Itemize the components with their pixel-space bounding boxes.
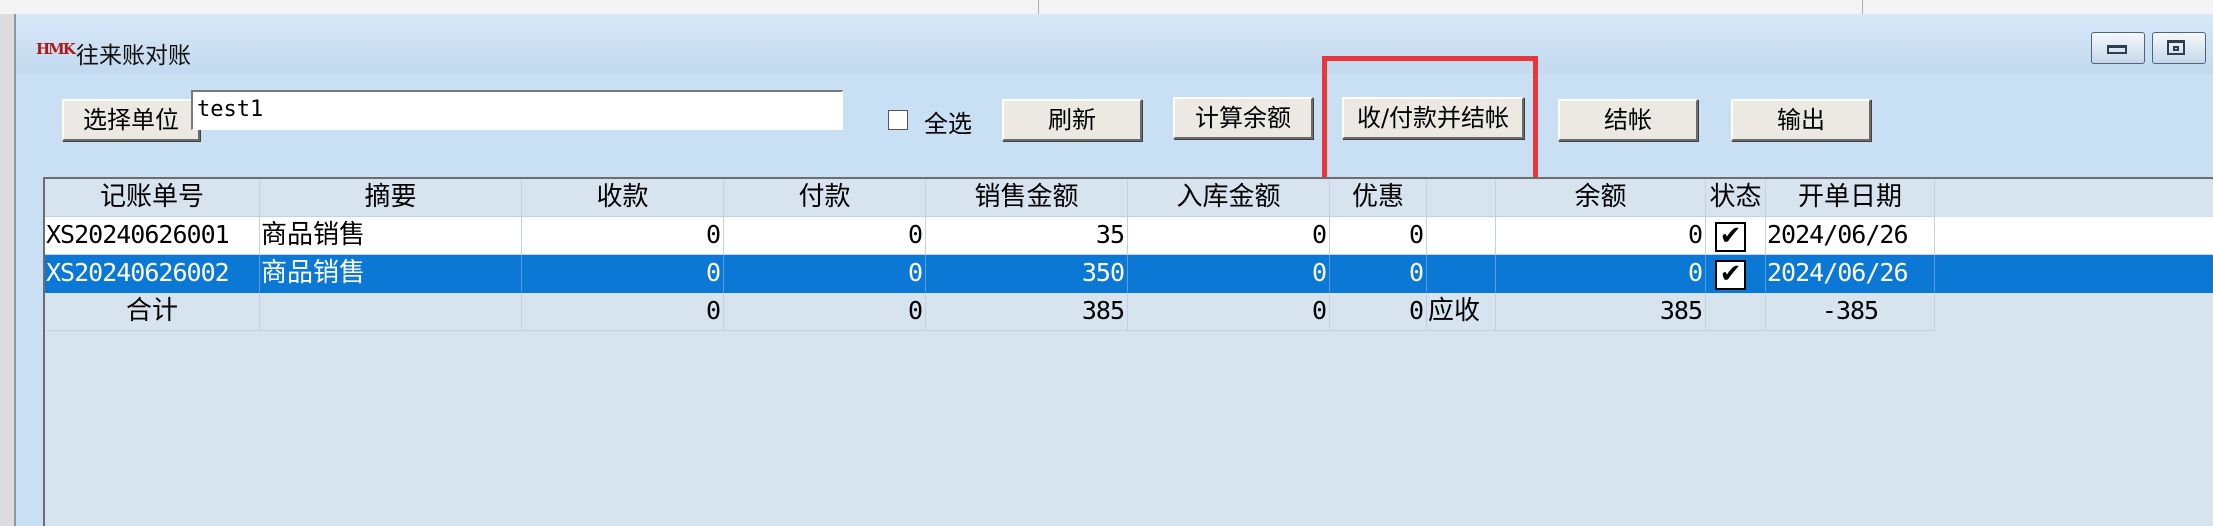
- app-logo: HMK: [36, 40, 76, 58]
- receipt-cell: 0: [522, 217, 724, 255]
- voucher-no-cell: XS20240626002: [45, 255, 260, 293]
- highlight-box: [1322, 56, 1538, 184]
- status-checkbox[interactable]: ✔: [1715, 222, 1746, 252]
- total-receipt-cell: 0: [522, 293, 724, 331]
- strip-divider: [1862, 0, 1863, 14]
- parent-frame-edge: [0, 14, 16, 526]
- table-row[interactable]: XS20240626001 商品销售 0 0 35 0 0 0 ✔ 2024/0…: [45, 217, 2213, 255]
- total-stock-in-cell: 0: [1128, 293, 1330, 331]
- column-header[interactable]: 优惠: [1330, 179, 1427, 217]
- export-button[interactable]: 输出: [1731, 99, 1871, 141]
- status-cell: ✔: [1706, 217, 1766, 255]
- total-balance-cell: 385: [1496, 293, 1706, 331]
- discount-cell: 0: [1330, 255, 1427, 293]
- select-all-label: 全选: [924, 110, 972, 138]
- status-checkbox[interactable]: ✔: [1715, 260, 1746, 290]
- total-discount-cell: 0: [1330, 293, 1427, 331]
- extra-cell: [1427, 255, 1496, 293]
- column-header[interactable]: 入库金额: [1128, 179, 1330, 217]
- unit-input[interactable]: test1: [191, 90, 843, 130]
- column-header[interactable]: 收款: [522, 179, 724, 217]
- minimize-button[interactable]: [2091, 32, 2145, 64]
- select-unit-button[interactable]: 选择单位: [62, 99, 200, 141]
- column-header[interactable]: [1427, 179, 1496, 217]
- total-sales-cell: 385: [926, 293, 1128, 331]
- total-status-cell: [1706, 293, 1766, 331]
- total-summary-cell: [260, 293, 522, 331]
- receivable-label: 应收: [1427, 293, 1496, 331]
- summary-cell: 商品销售: [260, 255, 522, 293]
- select-all-checkbox[interactable]: [888, 110, 908, 130]
- date-cell: 2024/06/26: [1766, 217, 1935, 255]
- total-label: 合计: [45, 293, 260, 331]
- stock-in-amount-cell: 0: [1128, 255, 1330, 293]
- total-payment-cell: 0: [724, 293, 926, 331]
- table-header: 记账单号 摘要 收款 付款 销售金额 入库金额 优惠 余额 状态 开单日期: [45, 179, 1935, 217]
- summary-cell: 商品销售: [260, 217, 522, 255]
- voucher-no-cell: XS20240626001: [45, 217, 260, 255]
- column-header[interactable]: 记账单号: [45, 179, 260, 217]
- row-filler: [1935, 217, 2213, 255]
- window-title: 往来账对账: [76, 43, 191, 69]
- reconciliation-table[interactable]: 记账单号 摘要 收款 付款 销售金额 入库金额 优惠 余额 状态 开单日期 XS…: [43, 177, 2213, 526]
- refresh-button[interactable]: 刷新: [1002, 99, 1142, 141]
- column-header[interactable]: 状态: [1706, 179, 1766, 217]
- row-filler: [1935, 255, 2213, 293]
- payment-cell: 0: [724, 217, 926, 255]
- column-header[interactable]: 销售金额: [926, 179, 1128, 217]
- payment-cell: 0: [724, 255, 926, 293]
- discount-cell: 0: [1330, 217, 1427, 255]
- title-bar[interactable]: HMK 往来账对账: [16, 14, 2213, 74]
- extra-cell: [1427, 217, 1496, 255]
- restore-button[interactable]: [2152, 32, 2206, 64]
- minimize-icon: [2107, 45, 2127, 54]
- strip-divider: [1038, 0, 1039, 14]
- sales-amount-cell: 35: [926, 217, 1128, 255]
- column-header[interactable]: 余额: [1496, 179, 1706, 217]
- net-amount-cell: -385: [1766, 293, 1935, 331]
- date-cell: 2024/06/26: [1766, 255, 1935, 293]
- table-row-selected[interactable]: XS20240626002 商品销售 0 0 350 0 0 0 ✔ 2024/…: [45, 255, 2213, 293]
- total-row: 合计 0 0 385 0 0 应收 385 -385: [45, 293, 1935, 331]
- settle-button[interactable]: 结帐: [1558, 99, 1698, 141]
- sales-amount-cell: 350: [926, 255, 1128, 293]
- column-header[interactable]: 摘要: [260, 179, 522, 217]
- receipt-cell: 0: [522, 255, 724, 293]
- restore-icon: [2167, 40, 2185, 55]
- calculate-balance-button[interactable]: 计算余额: [1173, 97, 1313, 139]
- top-strip: [0, 0, 2213, 15]
- status-cell: ✔: [1706, 255, 1766, 293]
- column-header[interactable]: 开单日期: [1766, 179, 1935, 217]
- stock-in-amount-cell: 0: [1128, 217, 1330, 255]
- balance-cell: 0: [1496, 255, 1706, 293]
- balance-cell: 0: [1496, 217, 1706, 255]
- column-header[interactable]: 付款: [724, 179, 926, 217]
